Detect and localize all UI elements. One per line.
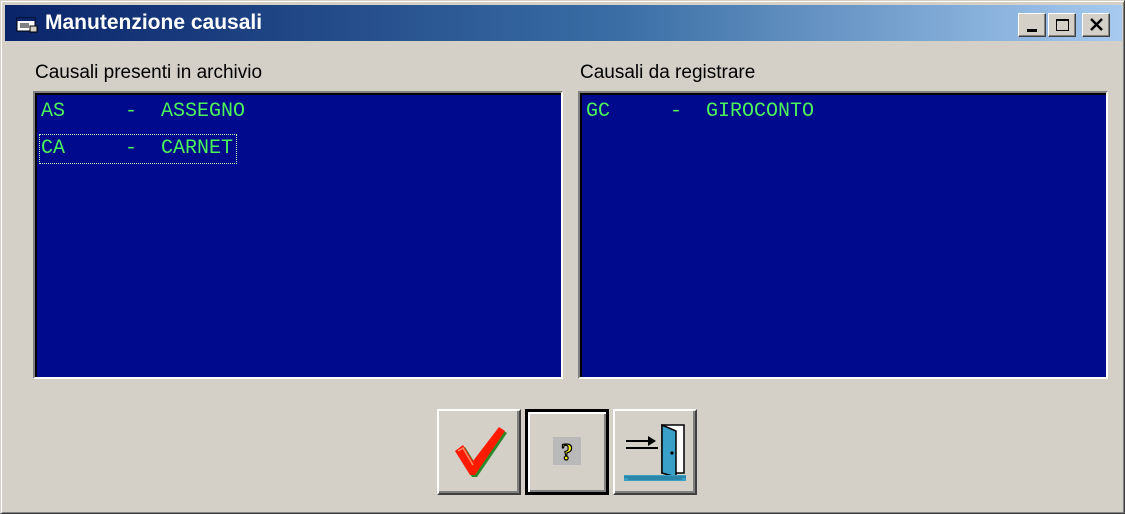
close-button[interactable] [1082, 13, 1110, 37]
help-button[interactable]: ? [525, 409, 609, 495]
checkmark-icon [455, 427, 507, 477]
list-item-selected[interactable]: CA - CARNET [39, 134, 238, 164]
main-window: Manutenzione causali Causali presenti in… [0, 0, 1125, 514]
exit-door-icon [624, 423, 686, 481]
minimize-button[interactable] [1018, 13, 1046, 37]
list-item[interactable]: AS - ASSEGNO [39, 97, 249, 127]
confirm-button[interactable] [437, 409, 521, 495]
close-icon [1090, 18, 1103, 31]
maximize-button[interactable] [1048, 13, 1076, 37]
archived-causali-list[interactable]: AS - ASSEGNO CA - CARNET [33, 91, 563, 379]
left-panel-label: Causali presenti in archivio [35, 62, 263, 83]
minimize-icon [1027, 29, 1037, 32]
exit-button[interactable] [613, 409, 697, 495]
maximize-icon [1056, 19, 1069, 31]
title-bar[interactable]: Manutenzione causali [5, 5, 1122, 41]
window-title: Manutenzione causali [45, 11, 263, 34]
right-panel-label: Causali da registrare [580, 62, 756, 83]
pending-causali-list[interactable]: GC - GIROCONTO [578, 91, 1108, 379]
svg-text:?: ? [561, 440, 573, 466]
app-icon [16, 17, 38, 33]
list-item[interactable]: GC - GIROCONTO [584, 97, 818, 127]
question-mark-icon: ? [553, 437, 581, 467]
